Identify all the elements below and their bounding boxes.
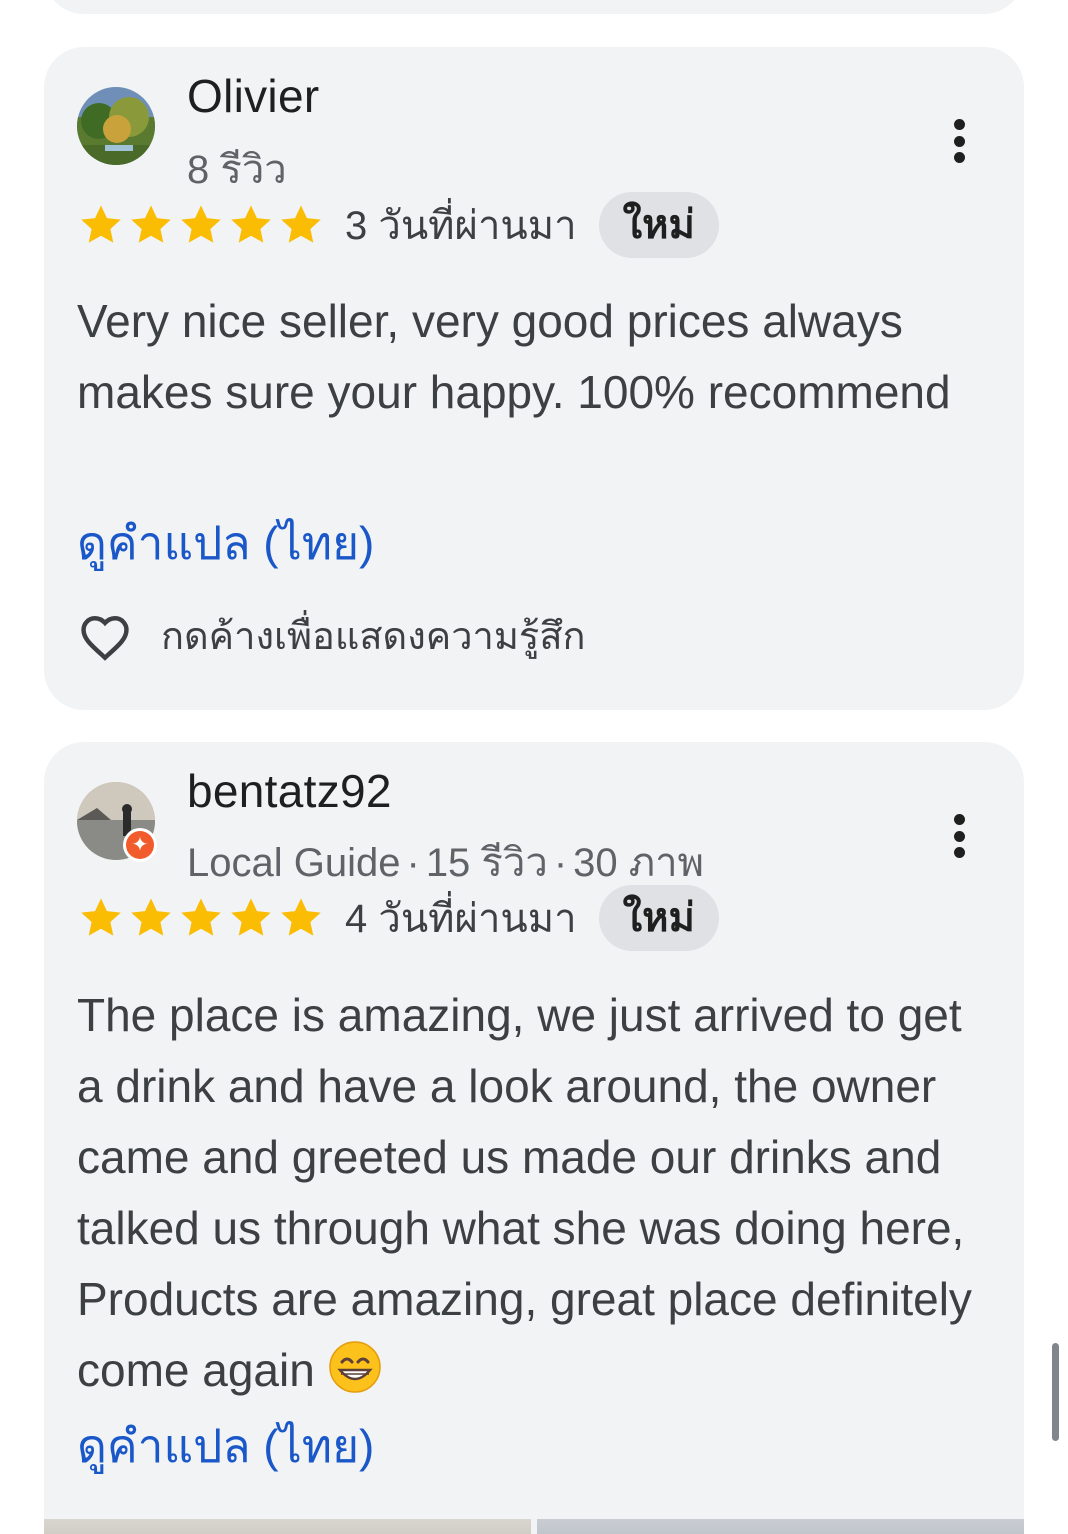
star-icon <box>131 205 171 243</box>
review-photo[interactable] <box>44 1519 531 1534</box>
avatar-photo <box>77 87 155 165</box>
more-options-button[interactable] <box>944 806 974 866</box>
review-time: 3 วันที่ผ่านมา <box>345 204 577 248</box>
more-vert-icon-dot <box>953 830 965 842</box>
star-icon <box>231 898 271 936</box>
review-text: The place is amazing, we just arrived to… <box>77 980 997 1406</box>
review-photo[interactable] <box>537 1519 1024 1534</box>
new-badge: ใหม่ <box>598 192 719 258</box>
react-button[interactable]: กดค้างเพื่อแสดงความรู้สึก <box>77 605 586 666</box>
review-photos <box>44 1519 1024 1534</box>
star-icon <box>131 898 171 936</box>
more-vert-icon-dot <box>953 152 965 163</box>
star-icon <box>181 205 221 243</box>
avatar[interactable]: ✦ <box>77 782 157 862</box>
review-card: ✦ bentatz92 Local Guide · 15 รีวิว · 30 ภาพ … <box>44 742 1024 1534</box>
heart-outline-icon <box>81 615 129 661</box>
scrollbar[interactable] <box>1052 1343 1059 1441</box>
avatar[interactable] <box>77 87 155 165</box>
local-guide-badge-icon: ✦ <box>123 828 157 862</box>
react-label: กดค้างเพื่อแสดงความรู้สึก <box>161 616 586 658</box>
more-vert-icon-dot <box>953 135 965 147</box>
rating-row: 4 วันที่ผ่านมา ใหม่ <box>77 885 719 951</box>
star-icon <box>281 898 321 936</box>
star-icon <box>231 205 271 243</box>
reviews-page: Olivier 8 รีวิว 3 วันที่ผ่านมา ใหม่ Very… <box>0 0 1068 1534</box>
reviewer-name[interactable]: bentatz92 <box>187 764 392 818</box>
reviewer-review-count: 15 รีวิว <box>425 841 548 885</box>
star-icon <box>281 205 321 243</box>
review-time: 4 วันที่ผ่านมา <box>345 897 577 941</box>
star-icon <box>81 898 121 936</box>
see-translation-link[interactable]: ดูคำแปล (ไทย) <box>77 1410 374 1483</box>
star-rating <box>77 202 325 248</box>
review-text: Very nice seller, very good prices alway… <box>77 295 951 418</box>
separator-dot: · <box>406 841 420 885</box>
separator-dot: · <box>553 841 568 885</box>
star-icon <box>181 898 221 936</box>
reviewer-photo-count: 30 ภาพ <box>573 841 704 885</box>
more-vert-icon-dot <box>953 814 965 825</box>
grinning-face-emoji <box>328 1341 381 1393</box>
see-translation-link[interactable]: ดูคำแปล (ไทย) <box>77 507 374 580</box>
more-vert-icon-dot <box>953 847 965 858</box>
star-rating <box>77 895 325 941</box>
more-vert-icon-dot <box>953 119 965 130</box>
rating-row: 3 วันที่ผ่านมา ใหม่ <box>77 192 719 258</box>
star-icon <box>81 205 121 243</box>
new-badge: ใหม่ <box>598 885 719 951</box>
local-guide-label: Local Guide <box>187 841 401 885</box>
reviewer-name[interactable]: Olivier <box>187 69 319 123</box>
more-options-button[interactable] <box>944 111 974 171</box>
previous-review-card <box>44 0 1024 14</box>
review-text-body: The place is amazing, we just arrived to… <box>77 989 972 1396</box>
review-card: Olivier 8 รีวิว 3 วันที่ผ่านมา ใหม่ Very… <box>44 47 1024 710</box>
